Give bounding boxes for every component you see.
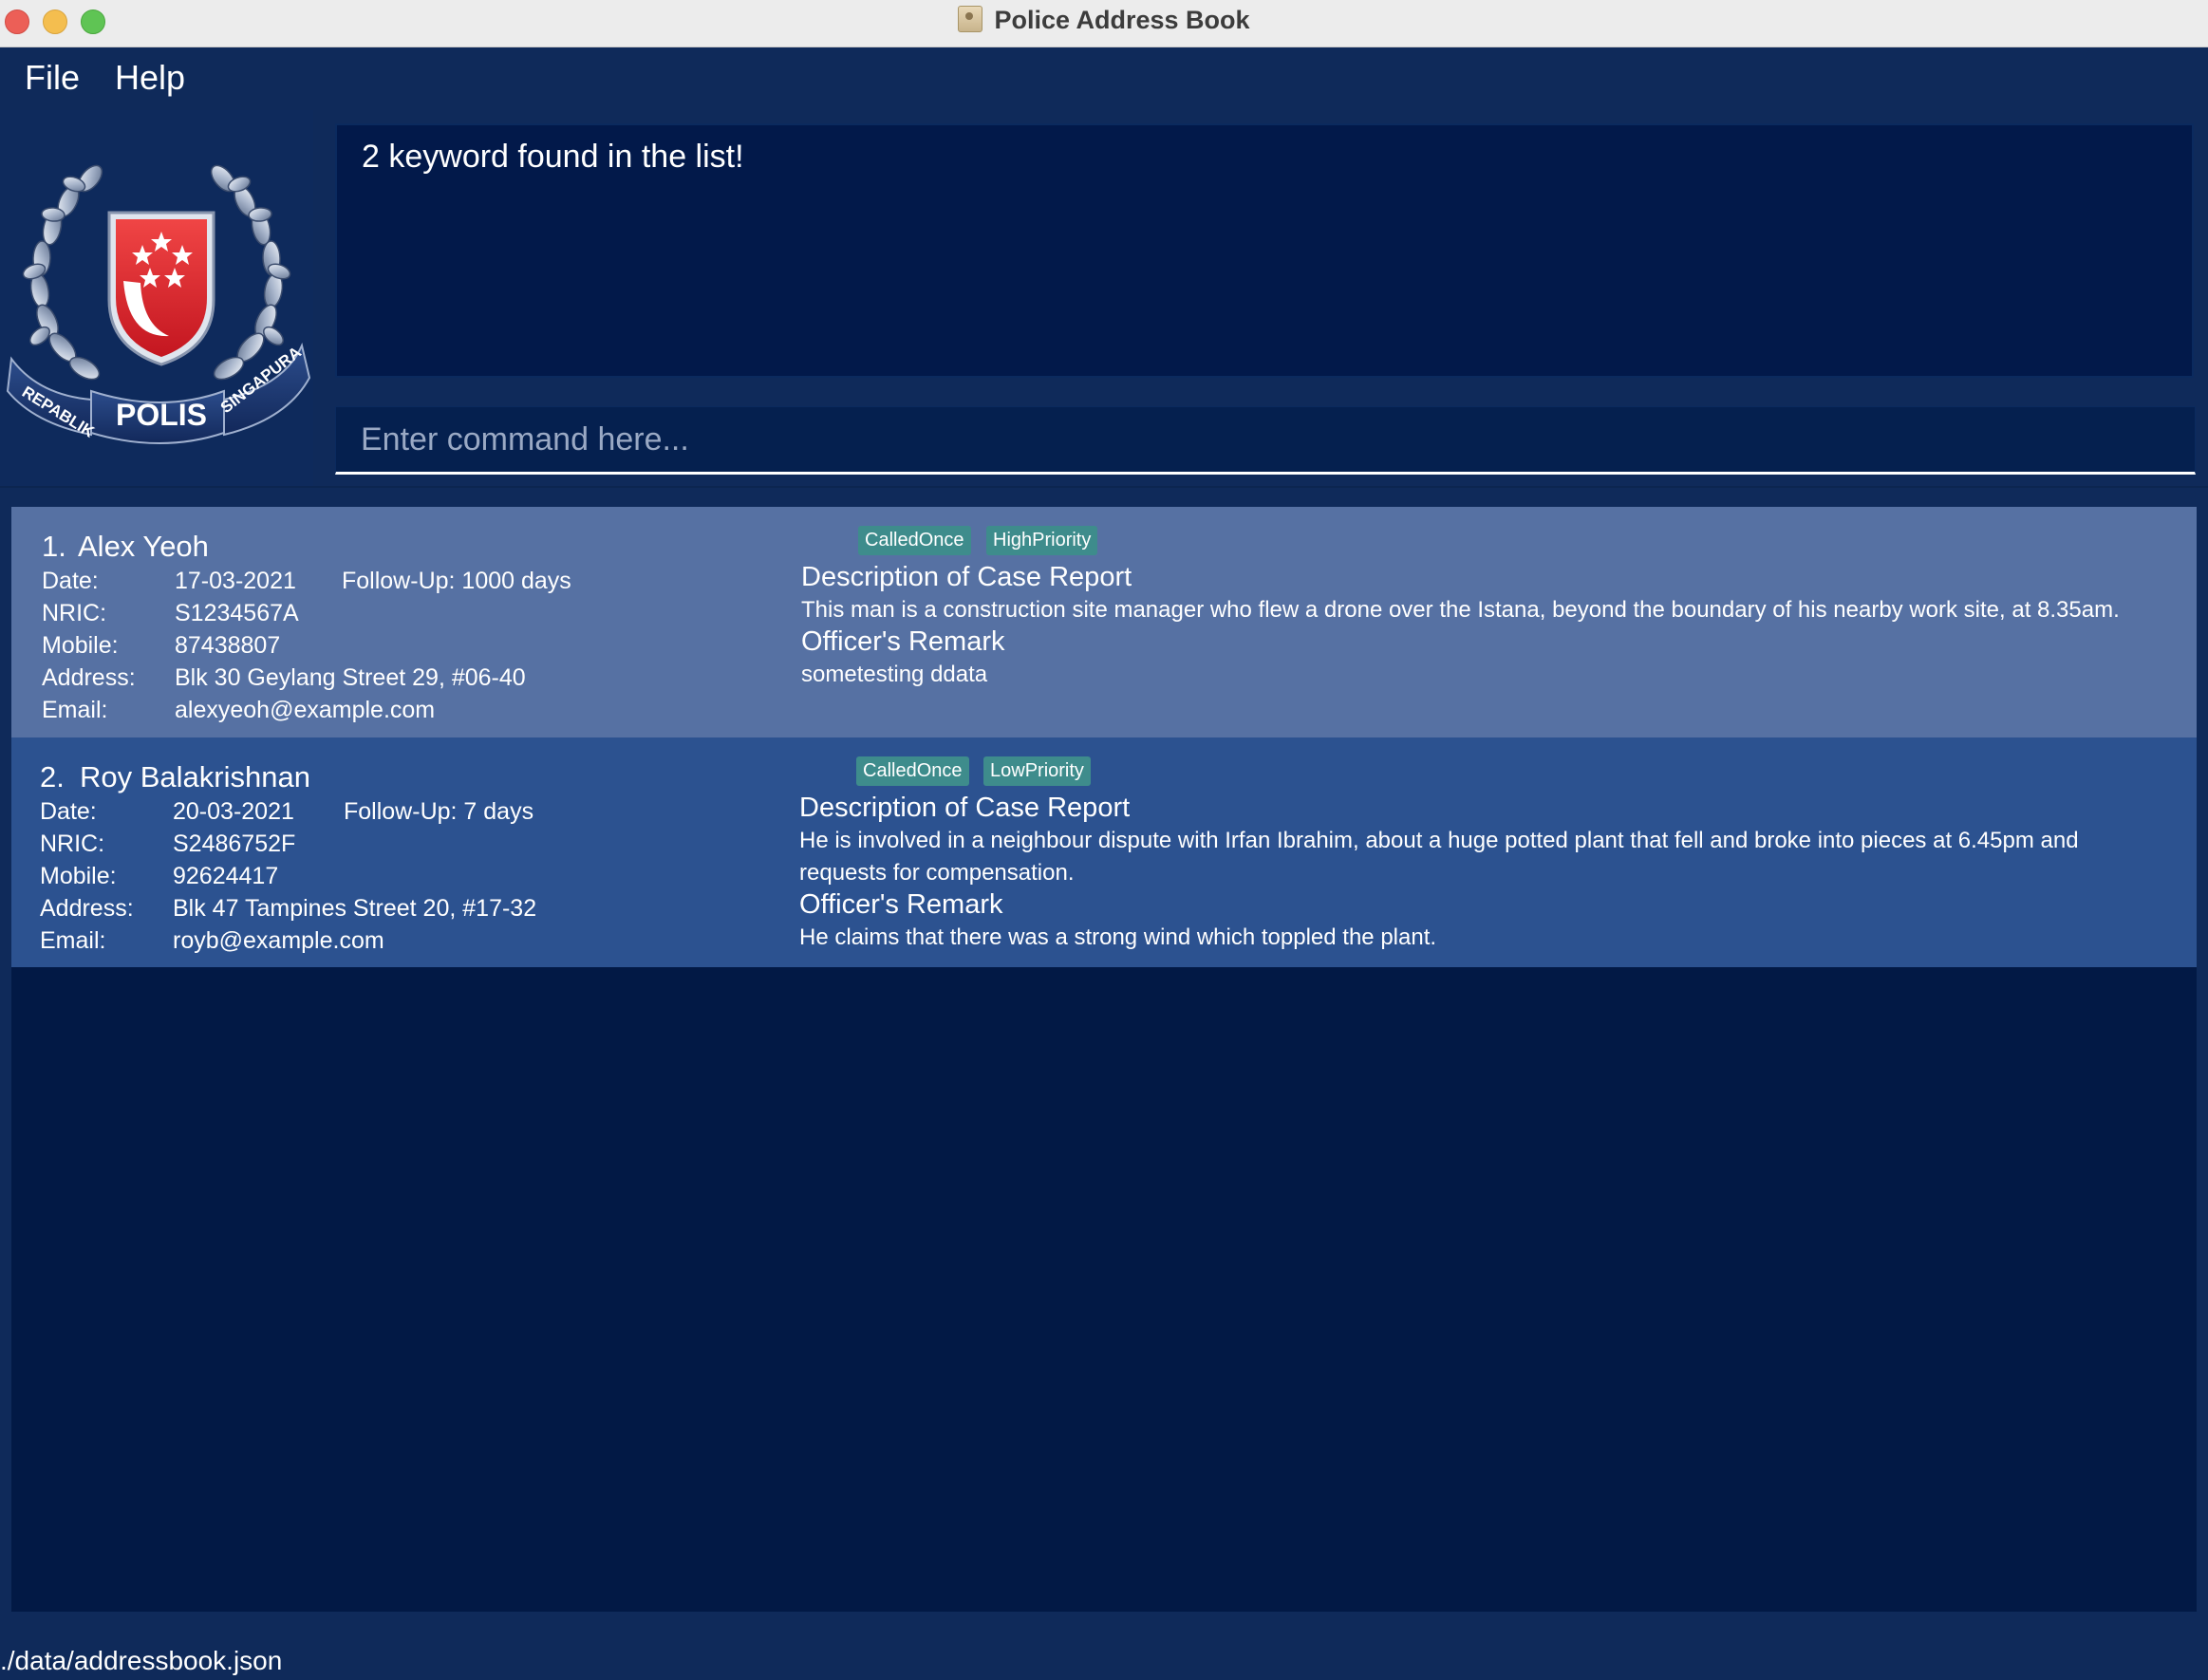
list-scrollbar[interactable] — [2197, 507, 2208, 1612]
person-index: 2. — [40, 760, 65, 793]
nric-label: NRIC: — [40, 831, 105, 857]
menu-help[interactable]: Help — [115, 58, 185, 98]
email-value: alexyeoh@example.com — [175, 697, 436, 723]
person-name: Roy Balakrishnan — [80, 760, 310, 793]
tag-low-priority: LowPriority — [983, 756, 1091, 786]
tag-called-once: CalledOnce — [858, 526, 971, 555]
police-crest-logo: REPABLIK POLIS SINGAPURA — [6, 164, 311, 444]
date-value: 17-03-2021 — [175, 568, 296, 594]
result-message: 2 keyword found in the list! — [362, 139, 744, 175]
remark-title: Officer's Remark — [801, 626, 1005, 657]
nric-label: NRIC: — [42, 600, 107, 626]
person-card[interactable]: 2. Roy Balakrishnan Date: 20-03-2021 Fol… — [11, 737, 2197, 967]
nric-value: S1234567A — [175, 600, 299, 626]
follow-up-value: Follow-Up: 7 days — [344, 798, 534, 825]
mobile-value: 92624417 — [173, 863, 279, 889]
email-value: royb@example.com — [173, 927, 384, 954]
person-card[interactable]: 1. Alex Yeoh Date: 17-03-2021 Follow-Up:… — [11, 507, 2197, 737]
mobile-label: Mobile: — [40, 863, 117, 889]
police-logo-panel: REPABLIK POLIS SINGAPURA — [0, 110, 313, 486]
description-title: Description of Case Report — [799, 793, 1131, 823]
email-label: Email: — [42, 697, 108, 723]
address-label: Address: — [40, 895, 134, 922]
address-value: Blk 47 Tampines Street 20, #17-32 — [173, 895, 537, 922]
tag-called-once: CalledOnce — [856, 756, 969, 786]
description-text: This man is a construction site manager … — [801, 597, 2120, 623]
description-text-line-2: requests for compensation. — [799, 860, 1075, 886]
window-titlebar: Police Address Book — [0, 0, 2208, 47]
window-title: Police Address Book — [994, 6, 1250, 34]
address-label: Address: — [42, 664, 136, 691]
remark-text: sometesting ddata — [801, 662, 988, 687]
person-index: 1. — [42, 530, 66, 563]
date-value: 20-03-2021 — [173, 798, 294, 825]
mobile-label: Mobile: — [42, 632, 119, 659]
follow-up-value: Follow-Up: 1000 days — [342, 568, 571, 594]
address-book-icon — [958, 6, 983, 32]
status-bar: ./data/addressbook.json — [0, 1633, 2208, 1680]
date-label: Date: — [42, 568, 99, 594]
remark-title: Officer's Remark — [799, 889, 1003, 920]
email-label: Email: — [40, 927, 106, 954]
save-location-path: ./data/addressbook.json — [0, 1646, 283, 1675]
person-list[interactable]: 1. Alex Yeoh Date: 17-03-2021 Follow-Up:… — [11, 507, 2197, 1612]
section-divider — [0, 486, 2208, 509]
mobile-value: 87438807 — [175, 632, 281, 659]
command-input[interactable] — [335, 406, 2196, 475]
tag-high-priority: HighPriority — [986, 526, 1098, 555]
date-label: Date: — [40, 798, 97, 825]
logo-text-center: POLIS — [116, 398, 207, 432]
person-name: Alex Yeoh — [78, 530, 209, 563]
remark-text: He claims that there was a strong wind w… — [799, 924, 1437, 950]
menu-file[interactable]: File — [25, 58, 80, 98]
menu-bar: File Help — [0, 47, 2208, 110]
address-value: Blk 30 Geylang Street 29, #06-40 — [175, 664, 526, 691]
description-title: Description of Case Report — [801, 562, 1132, 592]
window-title-group: Police Address Book — [0, 6, 2208, 35]
nric-value: S2486752F — [173, 831, 296, 857]
description-text-line-1: He is involved in a neighbour dispute wi… — [799, 828, 2079, 853]
result-display[interactable]: 2 keyword found in the list! — [335, 123, 2194, 378]
